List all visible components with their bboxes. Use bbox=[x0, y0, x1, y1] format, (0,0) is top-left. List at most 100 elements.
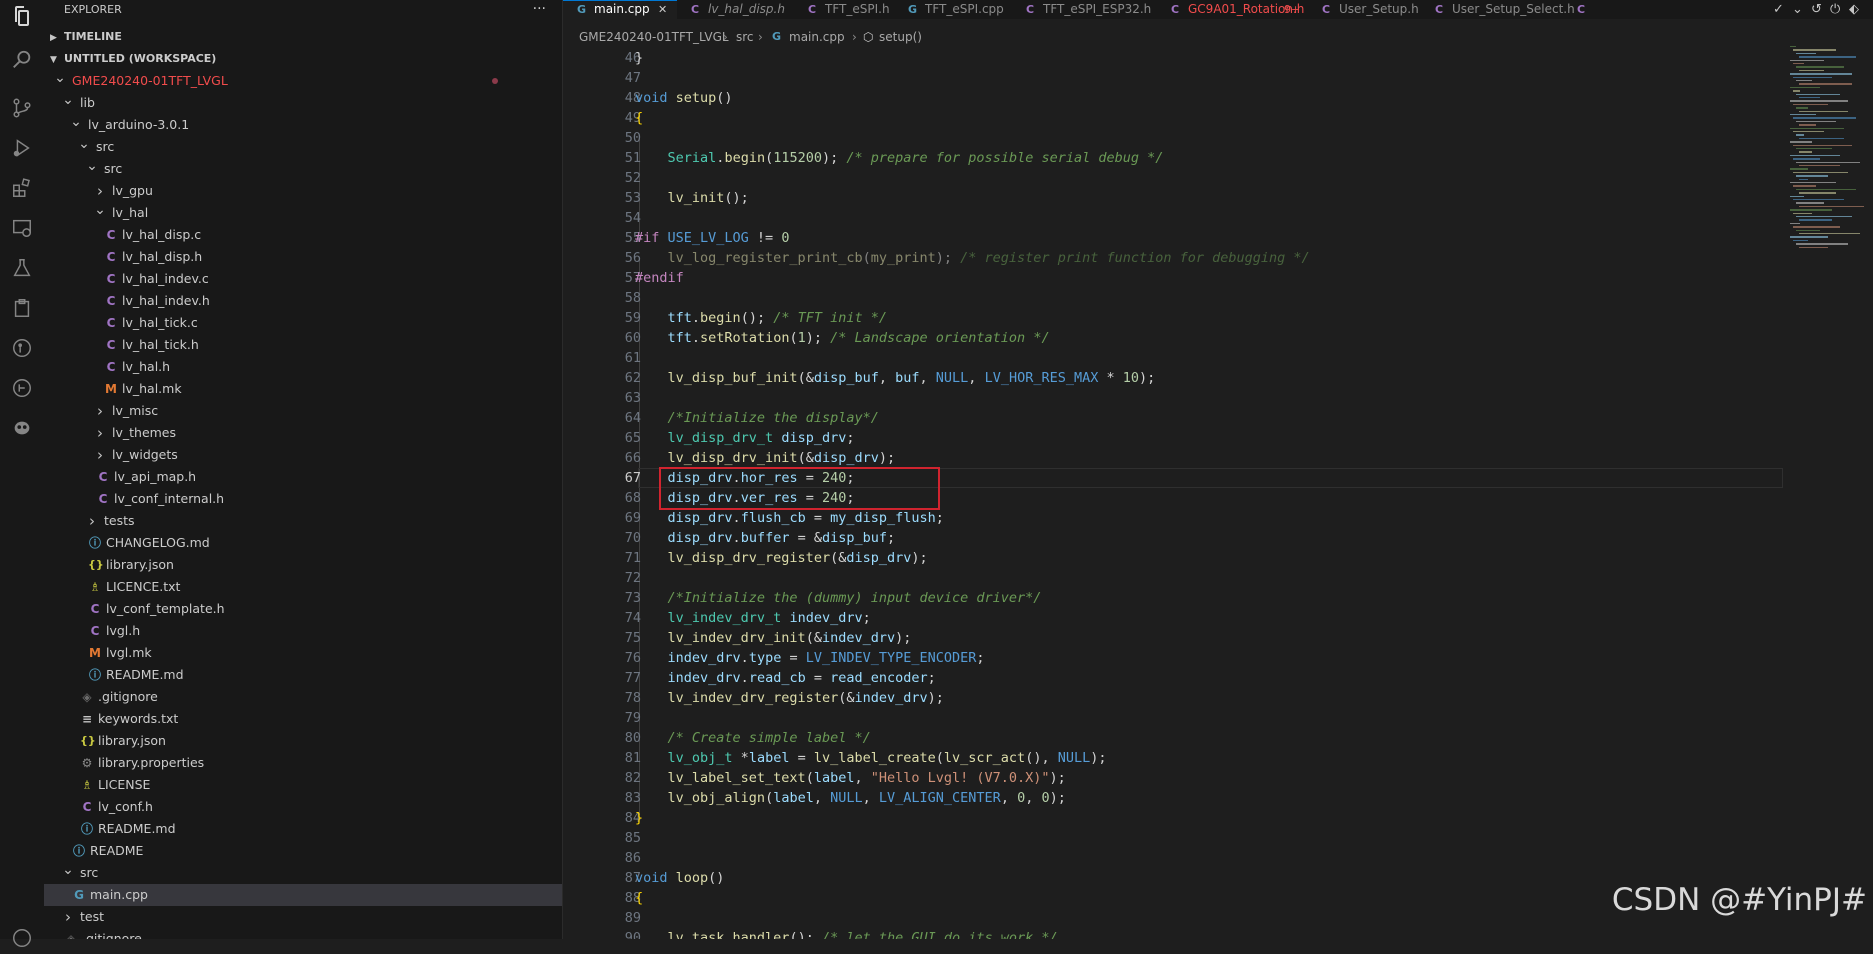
run-debug-icon[interactable] bbox=[6, 132, 38, 164]
power-icon[interactable]: ⏻ bbox=[1830, 0, 1840, 19]
tree-file[interactable]: Clv_hal_disp.h bbox=[44, 246, 562, 268]
tree-folder[interactable]: ⌄ lv_hal bbox=[44, 202, 562, 224]
workspace-section[interactable]: ▼ UNTITLED (WORKSPACE) bbox=[44, 48, 562, 70]
minimap-line bbox=[1796, 134, 1804, 136]
breadcrumb-item-src[interactable]: src bbox=[736, 26, 754, 48]
check-icon[interactable]: ✓ bbox=[1773, 0, 1784, 19]
editor-tab[interactable]: Clv_hal_disp.h bbox=[677, 0, 794, 19]
account-icon[interactable] bbox=[6, 922, 38, 954]
split-editor-icon[interactable]: ⬖ bbox=[1849, 0, 1859, 19]
tree-file[interactable]: Clv_hal_indev.c bbox=[44, 268, 562, 290]
tree-file[interactable]: ≡ keywords.txt bbox=[44, 708, 562, 730]
testing-flask-icon[interactable] bbox=[6, 252, 38, 284]
tree-file[interactable]: Clv_hal.h bbox=[44, 356, 562, 378]
tree-file[interactable]: ◈ .gitignore bbox=[44, 686, 562, 708]
tree-file[interactable]: Clv_conf_template.h bbox=[44, 598, 562, 620]
editor-tab[interactable]: Gmain.cpp ✕ bbox=[563, 0, 677, 19]
tree-folder[interactable]: ⌄ lib bbox=[44, 92, 562, 114]
tree-folder[interactable]: › tests bbox=[44, 510, 562, 532]
code-text: lv_log_register_print_cb(my_print); /* r… bbox=[635, 248, 1310, 268]
tree-file[interactable]: ⚙ library.properties bbox=[44, 752, 562, 774]
tree-file[interactable]: Clv_conf.h bbox=[44, 796, 562, 818]
explorer-files-icon[interactable] bbox=[6, 0, 38, 32]
tree-item-label: README.md bbox=[98, 821, 176, 836]
tree-file[interactable]: Clvgl.h bbox=[44, 620, 562, 642]
code-text: indev_drv.type = LV_INDEV_TYPE_ENCODER; bbox=[635, 648, 985, 668]
tree-item-label: library.properties bbox=[98, 755, 205, 770]
code-token: . bbox=[740, 670, 749, 686]
timeline-section[interactable]: ▶ TIMELINE bbox=[44, 26, 562, 48]
chevron-right-icon: › bbox=[97, 446, 103, 464]
platformio-alien-icon[interactable] bbox=[6, 412, 38, 444]
tree-file[interactable]: ◈ .gitignore bbox=[44, 928, 562, 939]
tree-file[interactable]: Mlv_hal.mk bbox=[44, 378, 562, 400]
c-file-icon: C bbox=[1026, 3, 1035, 16]
code-token: ); bbox=[927, 690, 944, 706]
tree-folder[interactable]: › lv_gpu bbox=[44, 180, 562, 202]
extensions-icon[interactable] bbox=[6, 172, 38, 204]
code-token: read_encoder bbox=[830, 670, 928, 686]
remote-explorer-icon[interactable] bbox=[6, 212, 38, 244]
tree-file[interactable]: {} library.json bbox=[44, 554, 562, 576]
tree-file[interactable]: ⓘ README.md bbox=[44, 818, 562, 840]
editor-tab[interactable]: C GC9A01_Rotation.h 9+ bbox=[1157, 0, 1308, 19]
minimap[interactable] bbox=[1788, 46, 1868, 266]
tree-file[interactable]: Clv_api_map.h bbox=[44, 466, 562, 488]
code-text: tft.setRotation(1); /* Landscape orienta… bbox=[635, 328, 1050, 348]
tree-file[interactable]: Clv_hal_disp.c bbox=[44, 224, 562, 246]
tree-file[interactable]: Clv_conf_internal.h bbox=[44, 488, 562, 510]
tree-item-label: CHANGELOG.md bbox=[106, 535, 210, 550]
tree-folder[interactable]: ⌄ src bbox=[44, 136, 562, 158]
editor-tab[interactable]: C TFT_eSPI_ESP32.h bbox=[1012, 0, 1157, 19]
tree-file[interactable]: Clv_hal_tick.h bbox=[44, 334, 562, 356]
line-number: 59 bbox=[624, 310, 641, 326]
tree-folder[interactable]: ⌄ lv_arduino-3.0.1 bbox=[44, 114, 562, 136]
editor-tab[interactable]: C User_Setup.h bbox=[1308, 0, 1421, 19]
line-number: 81 bbox=[624, 750, 641, 766]
tree-item-label: lv_widgets bbox=[112, 447, 178, 462]
line-number: 69 bbox=[624, 510, 641, 526]
search-icon[interactable] bbox=[6, 44, 38, 76]
more-actions-icon[interactable]: ··· bbox=[533, 1, 546, 17]
editor-tab[interactable]: C User_Setup_Select.h bbox=[1421, 0, 1575, 19]
timeline-label: TIMELINE bbox=[64, 30, 122, 43]
code-token: lv_label_set_text bbox=[667, 770, 806, 786]
gitlens-icon[interactable] bbox=[6, 332, 38, 364]
code-token: () bbox=[716, 90, 733, 106]
tree-folder[interactable]: › lv_themes bbox=[44, 422, 562, 444]
source-control-icon[interactable] bbox=[6, 92, 38, 124]
tree-folder[interactable]: › lv_misc bbox=[44, 400, 562, 422]
tree-file[interactable]: {} library.json bbox=[44, 730, 562, 752]
tree-file[interactable]: Gmain.cpp bbox=[44, 884, 562, 906]
tree-file[interactable]: ⓘ README.md bbox=[44, 664, 562, 686]
history-icon[interactable]: ↺ bbox=[1811, 0, 1822, 19]
close-tab-icon[interactable]: ✕ bbox=[658, 1, 667, 18]
tree-folder[interactable]: ⌄ src bbox=[44, 158, 562, 180]
code-token: ); bbox=[822, 150, 847, 166]
tree-folder[interactable]: › lv_widgets bbox=[44, 444, 562, 466]
tree-folder[interactable]: ⌄ GME240240-01TFT_LVGL bbox=[44, 70, 562, 92]
tree-folder[interactable]: › test bbox=[44, 906, 562, 928]
breadcrumb-item-file[interactable]: main.cpp bbox=[789, 26, 845, 48]
editor-tab[interactable]: G TFT_eSPI.cpp bbox=[894, 0, 1012, 19]
breadcrumb-item-symbol[interactable]: setup() bbox=[879, 26, 922, 48]
tree-item-label: src bbox=[80, 865, 99, 880]
tab-label: lv_hal_disp.h bbox=[708, 2, 785, 16]
tree-file[interactable]: ⓘ CHANGELOG.md bbox=[44, 532, 562, 554]
git-graph-icon[interactable] bbox=[6, 372, 38, 404]
editor-tab[interactable]: C bbox=[1563, 0, 1585, 19]
chevron-down-icon[interactable]: ⌄ bbox=[1792, 0, 1803, 19]
tree-file[interactable]: ♗ LICENCE.txt bbox=[44, 576, 562, 598]
tree-file[interactable]: Clv_hal_tick.c bbox=[44, 312, 562, 334]
tree-file[interactable]: ⓘ README bbox=[44, 840, 562, 862]
tree-file[interactable]: Mlvgl.mk bbox=[44, 642, 562, 664]
code-text: disp_drv.buffer = &disp_buf; bbox=[635, 528, 896, 548]
tree-file[interactable]: ♗ LICENSE bbox=[44, 774, 562, 796]
tree-file[interactable]: Clv_hal_indev.h bbox=[44, 290, 562, 312]
editor-tab[interactable]: C TFT_eSPI.h bbox=[794, 0, 894, 19]
breadcrumb-item-project[interactable]: GME240240-01TFT_LVGL bbox=[579, 26, 729, 48]
code-text: lv_obj_align(label, NULL, LV_ALIGN_CENTE… bbox=[635, 788, 1066, 808]
tree-folder[interactable]: ⌄ src bbox=[44, 862, 562, 884]
code-token: buffer bbox=[740, 530, 790, 546]
clipboard-icon[interactable] bbox=[6, 292, 38, 324]
